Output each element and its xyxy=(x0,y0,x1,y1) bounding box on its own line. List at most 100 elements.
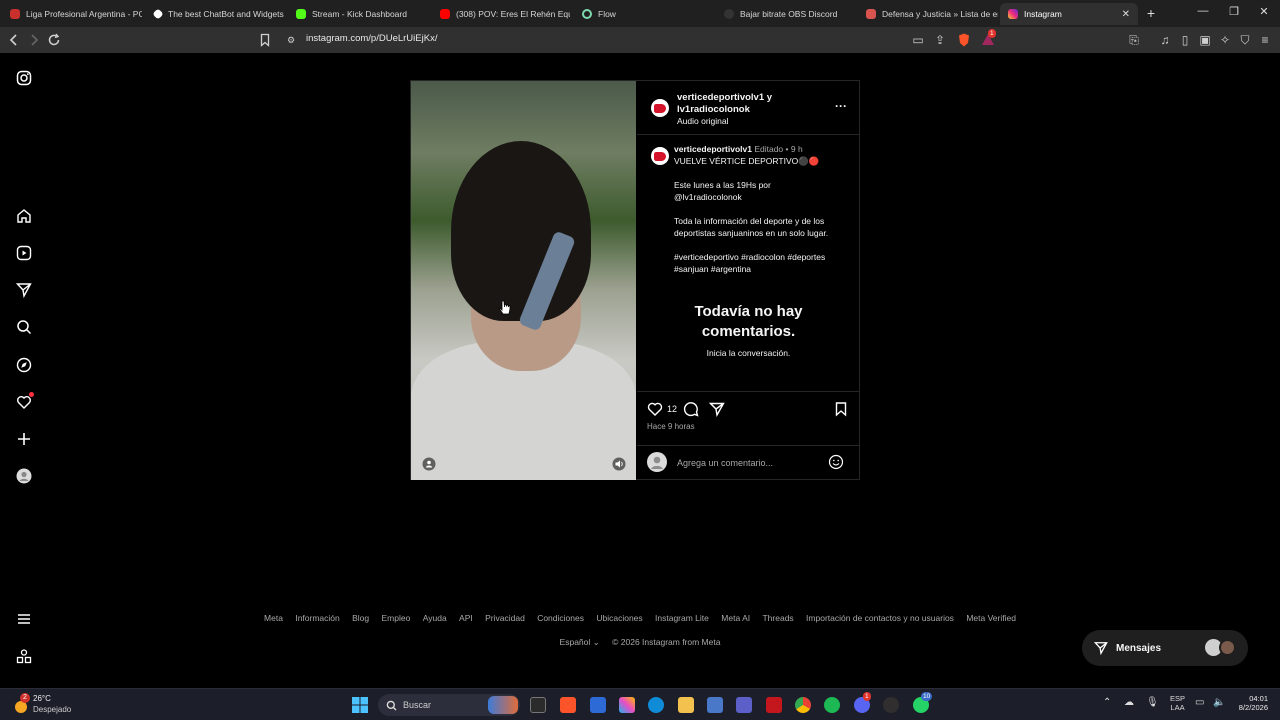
footer-link[interactable]: Meta AI xyxy=(721,613,750,623)
obs-studio-icon[interactable] xyxy=(883,697,899,713)
microphone-icon[interactable]: 🎙 xyxy=(1146,697,1159,708)
media-icon[interactable]: ♫ xyxy=(1157,32,1173,48)
bookmark-icon[interactable] xyxy=(257,32,273,48)
like-count[interactable]: 12 xyxy=(667,404,677,414)
comment-icon[interactable] xyxy=(683,401,699,417)
tab-flow[interactable]: Flow xyxy=(574,3,714,25)
language-indicator[interactable]: ESP LAA xyxy=(1170,694,1185,712)
more-options-icon[interactable]: ··· xyxy=(835,99,847,113)
reel-video[interactable] xyxy=(411,81,636,480)
store-icon[interactable] xyxy=(590,697,606,713)
whatsapp-icon[interactable]: 10 xyxy=(913,692,933,713)
maximize-icon[interactable]: ❐ xyxy=(1224,5,1244,18)
windows-start-icon[interactable] xyxy=(352,697,368,713)
menu-icon[interactable]: ≡ xyxy=(1257,32,1273,48)
like-heart-icon[interactable] xyxy=(647,401,663,417)
footer-link[interactable]: Instagram Lite xyxy=(655,613,709,623)
edge-icon[interactable] xyxy=(648,697,664,713)
footer-link[interactable]: Threads xyxy=(762,613,793,623)
footer-link[interactable]: Meta Verified xyxy=(966,613,1016,623)
instagram-logo-icon[interactable] xyxy=(14,68,34,88)
notifications-heart-icon[interactable] xyxy=(14,392,34,412)
forward-icon[interactable] xyxy=(26,32,42,48)
audio-toggle-icon[interactable] xyxy=(612,457,626,471)
minimize-icon[interactable]: — xyxy=(1193,5,1213,17)
search-icon[interactable] xyxy=(14,317,34,337)
also-from-meta-icon[interactable] xyxy=(14,646,34,666)
brave-browser-icon[interactable] xyxy=(560,697,576,713)
discord-icon[interactable]: 1 xyxy=(854,692,871,713)
back-icon[interactable] xyxy=(6,32,22,48)
network-icon[interactable]: ▭ xyxy=(1195,697,1204,708)
footer-link[interactable]: Condiciones xyxy=(537,613,584,623)
close-tab-icon[interactable]: ✕ xyxy=(1122,9,1130,20)
tray-chevron-up-icon[interactable]: ⌃ xyxy=(1103,697,1111,708)
emoji-icon[interactable] xyxy=(828,454,844,470)
address-bar[interactable]: instagram.com/p/DUeLrUiEjKx/ xyxy=(306,33,437,44)
spotify-icon[interactable] xyxy=(824,697,840,713)
vpn-icon[interactable]: ⛉ xyxy=(1237,32,1253,48)
sidebar-toggle-icon[interactable]: ▯ xyxy=(1177,32,1193,48)
direct-send-icon[interactable] xyxy=(14,280,34,300)
brave-rewards-icon[interactable]: 1 xyxy=(980,29,996,48)
share-icon[interactable]: ⇪ xyxy=(932,32,948,48)
copilot-icon[interactable] xyxy=(619,697,635,713)
cast-icon[interactable]: ▭ xyxy=(910,32,926,48)
footer-link[interactable]: Privacidad xyxy=(485,613,525,623)
leo-ai-icon[interactable]: ✧ xyxy=(1217,32,1233,48)
tab-instagram[interactable]: Instagram ✕ xyxy=(1000,3,1138,25)
caption-time[interactable]: 9 h xyxy=(791,144,803,154)
reels-icon[interactable] xyxy=(14,243,34,263)
task-view-icon[interactable] xyxy=(530,697,546,713)
wallet-icon[interactable]: ▣ xyxy=(1197,32,1213,48)
file-explorer-icon[interactable] xyxy=(678,697,694,713)
weather-desc[interactable]: Despejado xyxy=(33,705,71,714)
hashtags-line-2[interactable]: #sanjuan #argentina xyxy=(674,263,751,275)
new-tab-button[interactable]: + xyxy=(1141,5,1161,21)
caption-username[interactable]: verticedeportivolv1 xyxy=(674,144,752,154)
create-plus-icon[interactable] xyxy=(14,429,34,449)
hashtags-line-1[interactable]: #verticedeportivo #radiocolon #deportes xyxy=(674,251,825,263)
screenshot-icon[interactable]: ⎘ xyxy=(1126,32,1142,48)
footer-link[interactable]: Meta xyxy=(264,613,283,623)
footer-link[interactable]: API xyxy=(459,613,473,623)
tab-liga[interactable]: Liga Profesional Argentina - PG xyxy=(2,3,142,25)
weather-temp[interactable]: 26°C xyxy=(33,694,51,703)
site-info-icon[interactable]: ⚙ xyxy=(283,32,299,48)
footer-link[interactable]: Ayuda xyxy=(423,613,447,623)
clock[interactable]: 04:01 8/2/2026 xyxy=(1232,694,1268,712)
tray-cloud-icon[interactable]: ☁ xyxy=(1124,697,1134,708)
obs-tool-icon[interactable] xyxy=(766,697,782,713)
save-bookmark-icon[interactable] xyxy=(833,401,849,417)
profile-avatar[interactable] xyxy=(14,466,34,486)
reload-icon[interactable] xyxy=(46,32,62,48)
volume-icon[interactable]: 🔈 xyxy=(1213,697,1225,708)
tab-obs[interactable]: Bajar bitrate OBS Discord xyxy=(716,3,856,25)
tagged-users-icon[interactable] xyxy=(422,457,436,471)
messages-button[interactable]: Mensajes xyxy=(1082,630,1248,666)
weather-icon[interactable]: 2 xyxy=(12,693,30,714)
coauthor-name[interactable]: lv1radiocolonok xyxy=(677,104,750,115)
caption-mention-link[interactable]: @lv1radiocolonok xyxy=(674,191,742,203)
taskbar-search[interactable]: Buscar xyxy=(378,694,520,716)
author-avatar[interactable] xyxy=(651,99,669,117)
tab-chatbot[interactable]: The best ChatBot and Widgets xyxy=(146,3,284,25)
footer-link[interactable]: Importación de contactos y no usuarios xyxy=(806,613,954,623)
tab-kick[interactable]: Stream - Kick Dashboard xyxy=(288,3,428,25)
footer-link[interactable]: Información xyxy=(295,613,339,623)
tab-youtube[interactable]: (308) POV: Eres El Rehén Equivi xyxy=(432,3,570,25)
home-icon[interactable] xyxy=(14,206,34,226)
vpn-app-icon[interactable] xyxy=(707,697,723,713)
post-time-ago[interactable]: Hace 9 horas xyxy=(647,422,695,431)
caption-avatar[interactable] xyxy=(651,147,669,165)
share-icon[interactable] xyxy=(708,401,725,418)
footer-link[interactable]: Ubicaciones xyxy=(596,613,642,623)
brave-shield-icon[interactable] xyxy=(956,32,972,48)
author-names[interactable]: verticedeportivolv1 y xyxy=(677,92,772,103)
explore-compass-icon[interactable] xyxy=(14,355,34,375)
tab-defensa[interactable]: Defensa y Justicia » Lista de en xyxy=(858,3,998,25)
footer-link[interactable]: Blog xyxy=(352,613,369,623)
chrome-icon[interactable] xyxy=(795,697,811,713)
close-window-icon[interactable]: ✕ xyxy=(1254,5,1274,18)
audio-label[interactable]: Audio original xyxy=(677,116,729,126)
